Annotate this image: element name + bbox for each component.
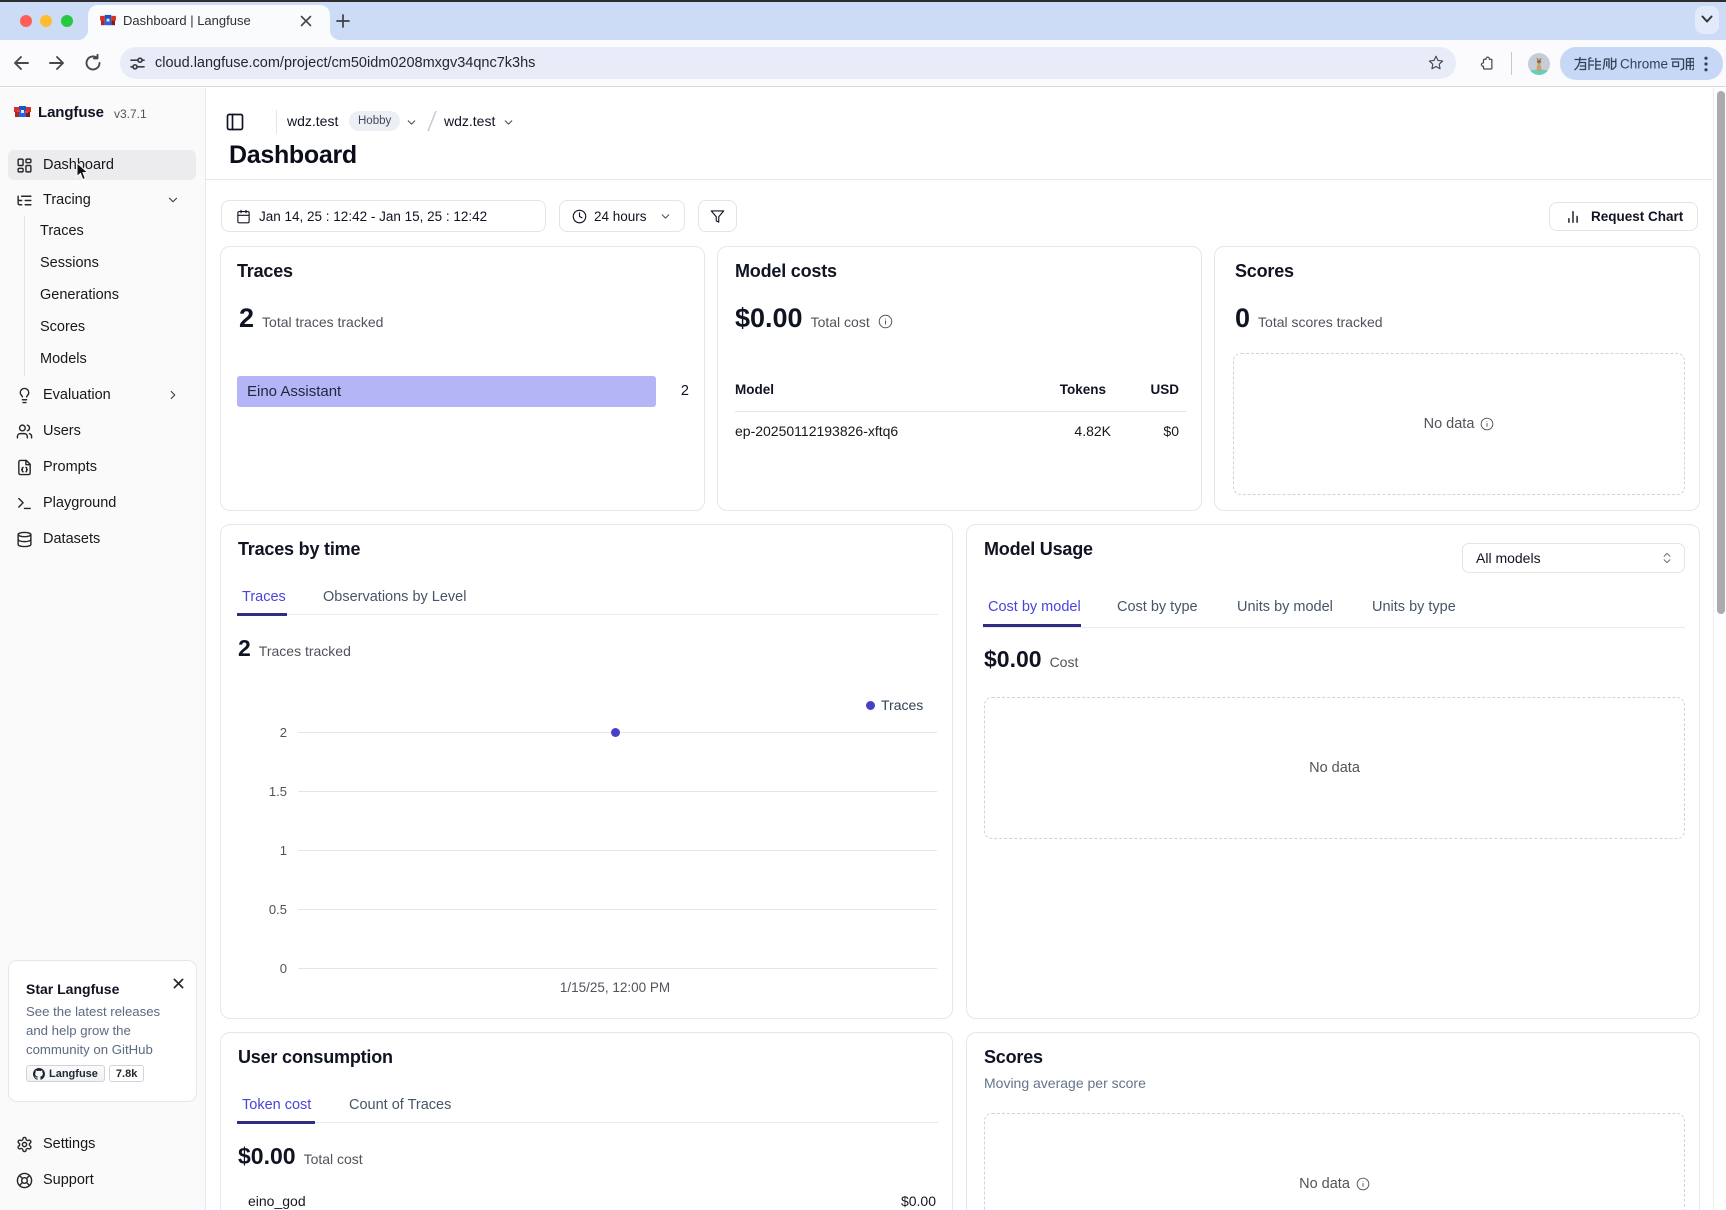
- svg-text:Chrome: Chrome: [1620, 57, 1668, 72]
